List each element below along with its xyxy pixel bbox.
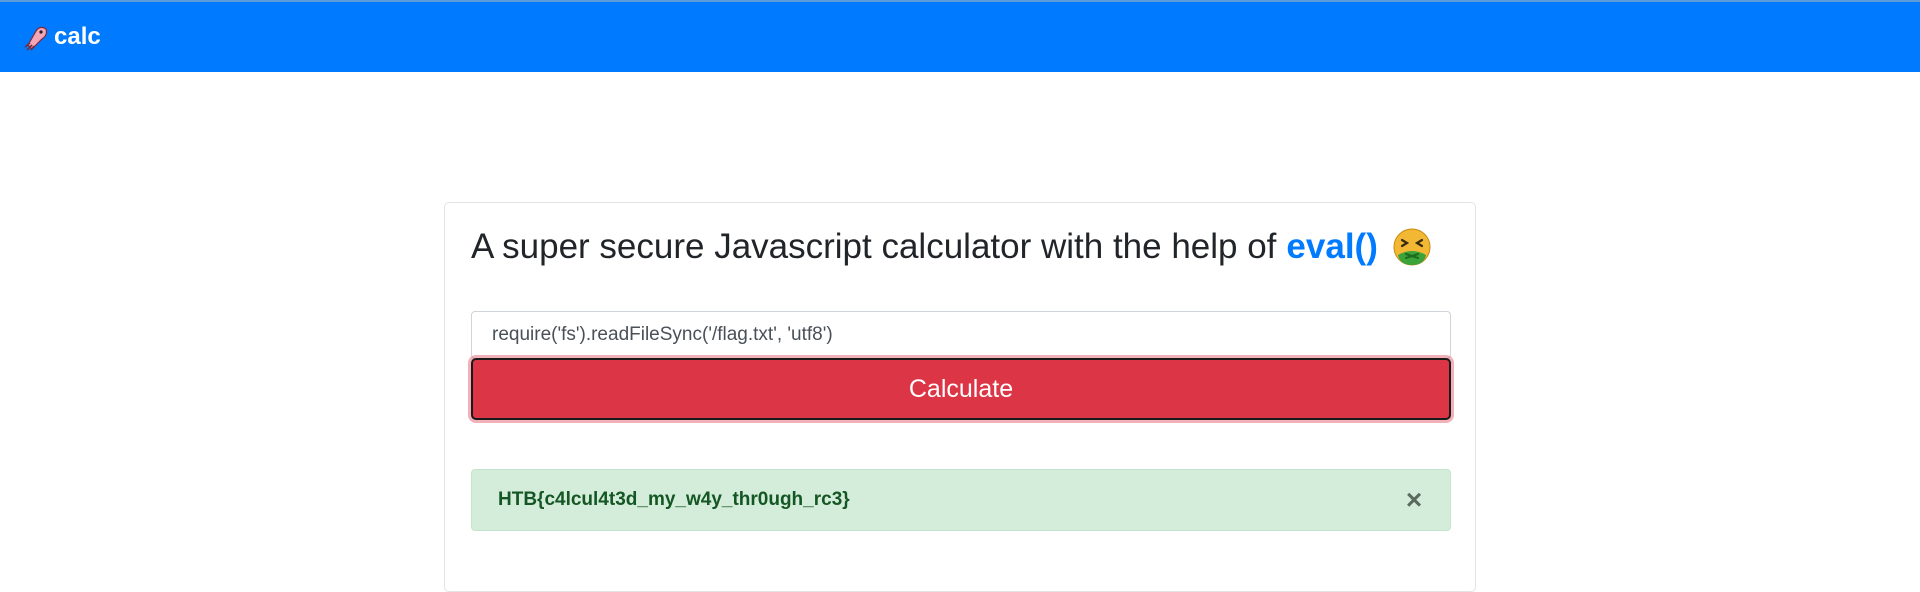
headline-accent: eval(): [1286, 227, 1378, 266]
nauseated-face-icon: [1392, 227, 1432, 267]
brand-link[interactable]: calc: [22, 23, 101, 51]
close-icon[interactable]: ×: [1402, 486, 1426, 514]
result-alert: HTB{c4lcul4t3d_my_w4y_thr0ugh_rc3} ×: [471, 469, 1451, 531]
calculate-button[interactable]: Calculate: [471, 358, 1451, 420]
page-title: A super secure Javascript calculator wit…: [471, 227, 1432, 267]
calculator-card: A super secure Javascript calculator wit…: [444, 202, 1476, 592]
brand-label: calc: [54, 23, 101, 50]
headline-text: A super secure Javascript calculator wit…: [471, 227, 1277, 266]
result-text: HTB{c4lcul4t3d_my_w4y_thr0ugh_rc3}: [498, 489, 850, 510]
squid-icon: [22, 23, 50, 51]
navbar: calc: [0, 0, 1920, 72]
expression-input[interactable]: [471, 311, 1451, 359]
